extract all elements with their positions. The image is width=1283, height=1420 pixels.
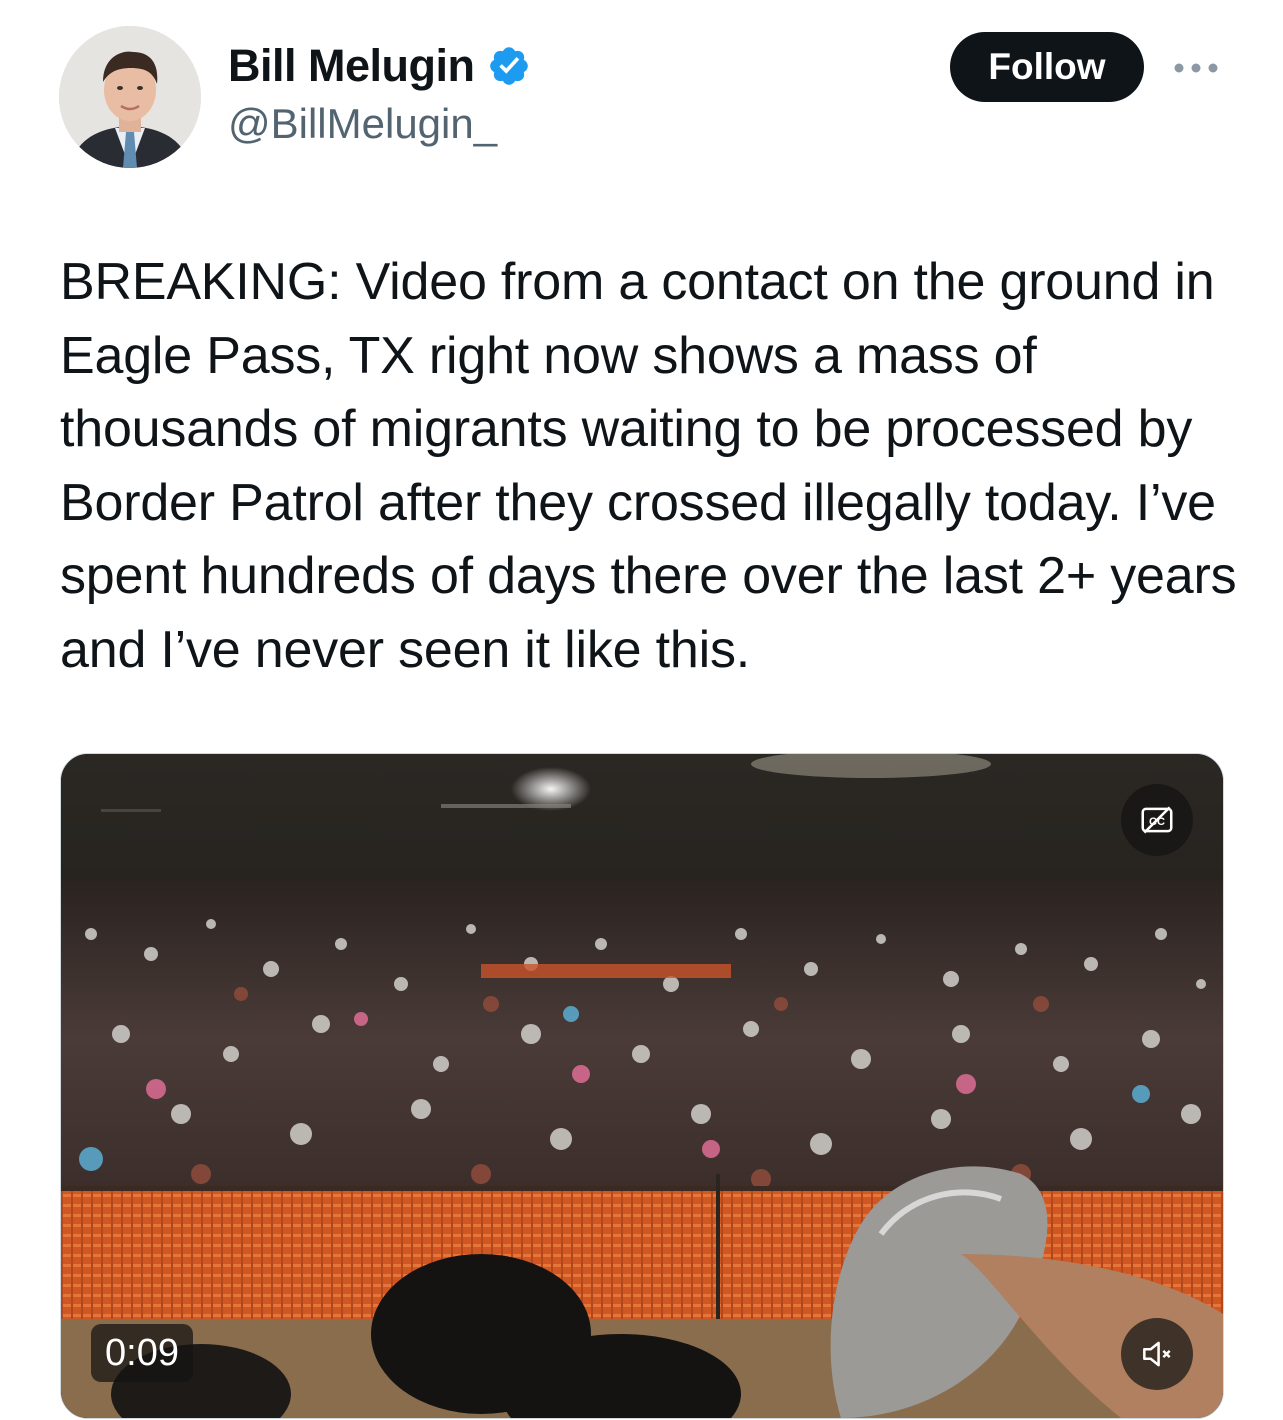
verified-badge-icon [487,44,531,88]
volume-button[interactable] [1121,1318,1193,1390]
more-options-button[interactable] [1170,48,1222,88]
video-timestamp: 0:09 [91,1324,193,1382]
avatar[interactable] [59,26,201,168]
tweet-text: BREAKING: Video from a contact on the gr… [60,253,1237,679]
follow-button[interactable]: Follow [950,32,1144,102]
author-handle[interactable]: @BillMelugin_ [228,100,531,148]
captions-button[interactable]: CC [1121,784,1193,856]
closed-captions-off-icon: CC [1141,806,1173,834]
author-block: Bill Melugin @BillMelugin_ [228,38,531,148]
more-horizontal-icon [1174,63,1218,73]
avatar-image [59,26,201,168]
author-display-name[interactable]: Bill Melugin [228,40,475,92]
video-player[interactable]: CC 0:09 [60,753,1224,1419]
volume-muted-icon [1143,1341,1171,1367]
tweet-card: Bill Melugin @BillMelugin_ Follow BREAKI… [0,0,1283,1420]
video-frame [61,754,1223,1418]
